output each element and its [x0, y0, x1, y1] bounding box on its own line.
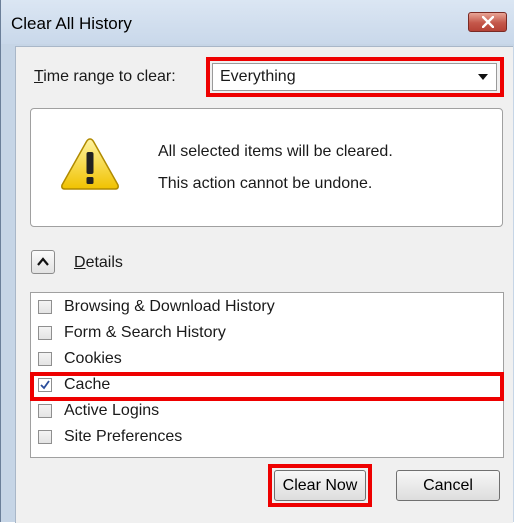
close-button[interactable] [468, 12, 507, 32]
item-label: Cookies [64, 350, 122, 367]
checkbox[interactable] [38, 300, 52, 314]
list-item-cookies[interactable]: Cookies [31, 347, 503, 373]
list-item-site-preferences[interactable]: Site Preferences [31, 425, 503, 451]
warning-box: All selected items will be cleared. This… [30, 108, 503, 227]
warning-text-line2: This action cannot be undone. [158, 175, 373, 192]
chevron-down-icon [478, 74, 488, 80]
warning-icon [61, 138, 119, 190]
close-icon [482, 16, 494, 28]
list-item-browsing-download-history[interactable]: Browsing & Download History [31, 295, 503, 321]
checkbox[interactable] [38, 430, 52, 444]
time-range-row: Time range to clear: Everything [16, 47, 513, 107]
list-item-form-search-history[interactable]: Form & Search History [31, 321, 503, 347]
details-toggle-button[interactable] [31, 250, 55, 274]
checkbox[interactable] [38, 352, 52, 366]
item-label: Form & Search History [64, 324, 226, 341]
time-range-dropdown[interactable]: Everything [212, 63, 497, 91]
cancel-button[interactable]: Cancel [396, 470, 500, 501]
dialog-title: Clear All History [11, 14, 132, 33]
details-label[interactable]: Details [74, 254, 123, 272]
dialog-body: Time range to clear: Everything All sele… [15, 46, 513, 523]
checkbox[interactable] [38, 326, 52, 340]
item-label: Browsing & Download History [64, 298, 275, 315]
list-item-active-logins[interactable]: Active Logins [31, 399, 503, 425]
checkbox[interactable] [38, 404, 52, 418]
clear-now-button[interactable]: Clear Now [274, 470, 366, 501]
highlight-cache [30, 372, 504, 401]
title-bar[interactable]: Clear All History [1, 0, 514, 44]
time-range-value: Everything [220, 68, 296, 85]
warning-text-line1: All selected items will be cleared. [158, 143, 393, 160]
item-label: Active Logins [64, 402, 160, 419]
clear-history-dialog: Clear All History Time range to clear: E… [0, 0, 514, 523]
chevron-up-icon [37, 257, 49, 266]
time-range-label: Time range to clear: [34, 68, 176, 85]
item-label: Site Preferences [64, 428, 183, 445]
